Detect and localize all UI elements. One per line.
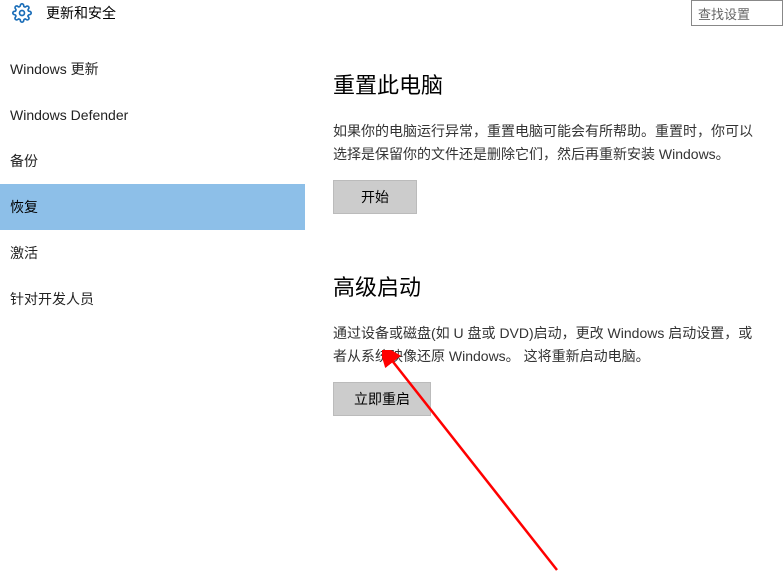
gear-icon (12, 3, 32, 23)
sidebar-item-label: 激活 (10, 243, 38, 263)
header-bar: 更新和安全 查找设置 (0, 0, 783, 28)
sidebar-item-windows-defender[interactable]: Windows Defender (0, 92, 305, 138)
content-area: 重置此电脑 如果你的电脑运行异常，重置电脑可能会有所帮助。重置时，你可以选择是保… (305, 28, 783, 578)
main-layout: Windows 更新 Windows Defender 备份 恢复 激活 针对开… (0, 28, 783, 578)
sidebar-item-for-developers[interactable]: 针对开发人员 (0, 276, 305, 322)
sidebar-item-backup[interactable]: 备份 (0, 138, 305, 184)
sidebar: Windows 更新 Windows Defender 备份 恢复 激活 针对开… (0, 28, 305, 578)
sidebar-item-label: Windows Defender (10, 107, 128, 123)
advanced-startup-description: 通过设备或磁盘(如 U 盘或 DVD)启动，更改 Windows 启动设置，或者… (333, 322, 763, 368)
sidebar-item-label: Windows 更新 (10, 59, 99, 79)
sidebar-item-label: 备份 (10, 151, 38, 171)
reset-pc-title: 重置此电脑 (333, 68, 763, 100)
advanced-startup-section: 高级启动 通过设备或磁盘(如 U 盘或 DVD)启动，更改 Windows 启动… (333, 270, 763, 416)
restart-now-button[interactable]: 立即重启 (333, 382, 431, 416)
sidebar-item-windows-update[interactable]: Windows 更新 (0, 46, 305, 92)
search-placeholder-text: 查找设置 (698, 4, 750, 23)
advanced-startup-title: 高级启动 (333, 270, 763, 302)
sidebar-item-label: 针对开发人员 (10, 289, 94, 309)
page-title: 更新和安全 (46, 3, 116, 23)
sidebar-item-label: 恢复 (10, 197, 38, 217)
sidebar-item-recovery[interactable]: 恢复 (0, 184, 305, 230)
reset-pc-description: 如果你的电脑运行异常，重置电脑可能会有所帮助。重置时，你可以选择是保留你的文件还… (333, 120, 763, 166)
search-settings-input[interactable]: 查找设置 (691, 0, 783, 26)
header-left: 更新和安全 (12, 3, 116, 23)
reset-pc-section: 重置此电脑 如果你的电脑运行异常，重置电脑可能会有所帮助。重置时，你可以选择是保… (333, 68, 763, 214)
sidebar-item-activation[interactable]: 激活 (0, 230, 305, 276)
reset-start-button[interactable]: 开始 (333, 180, 417, 214)
